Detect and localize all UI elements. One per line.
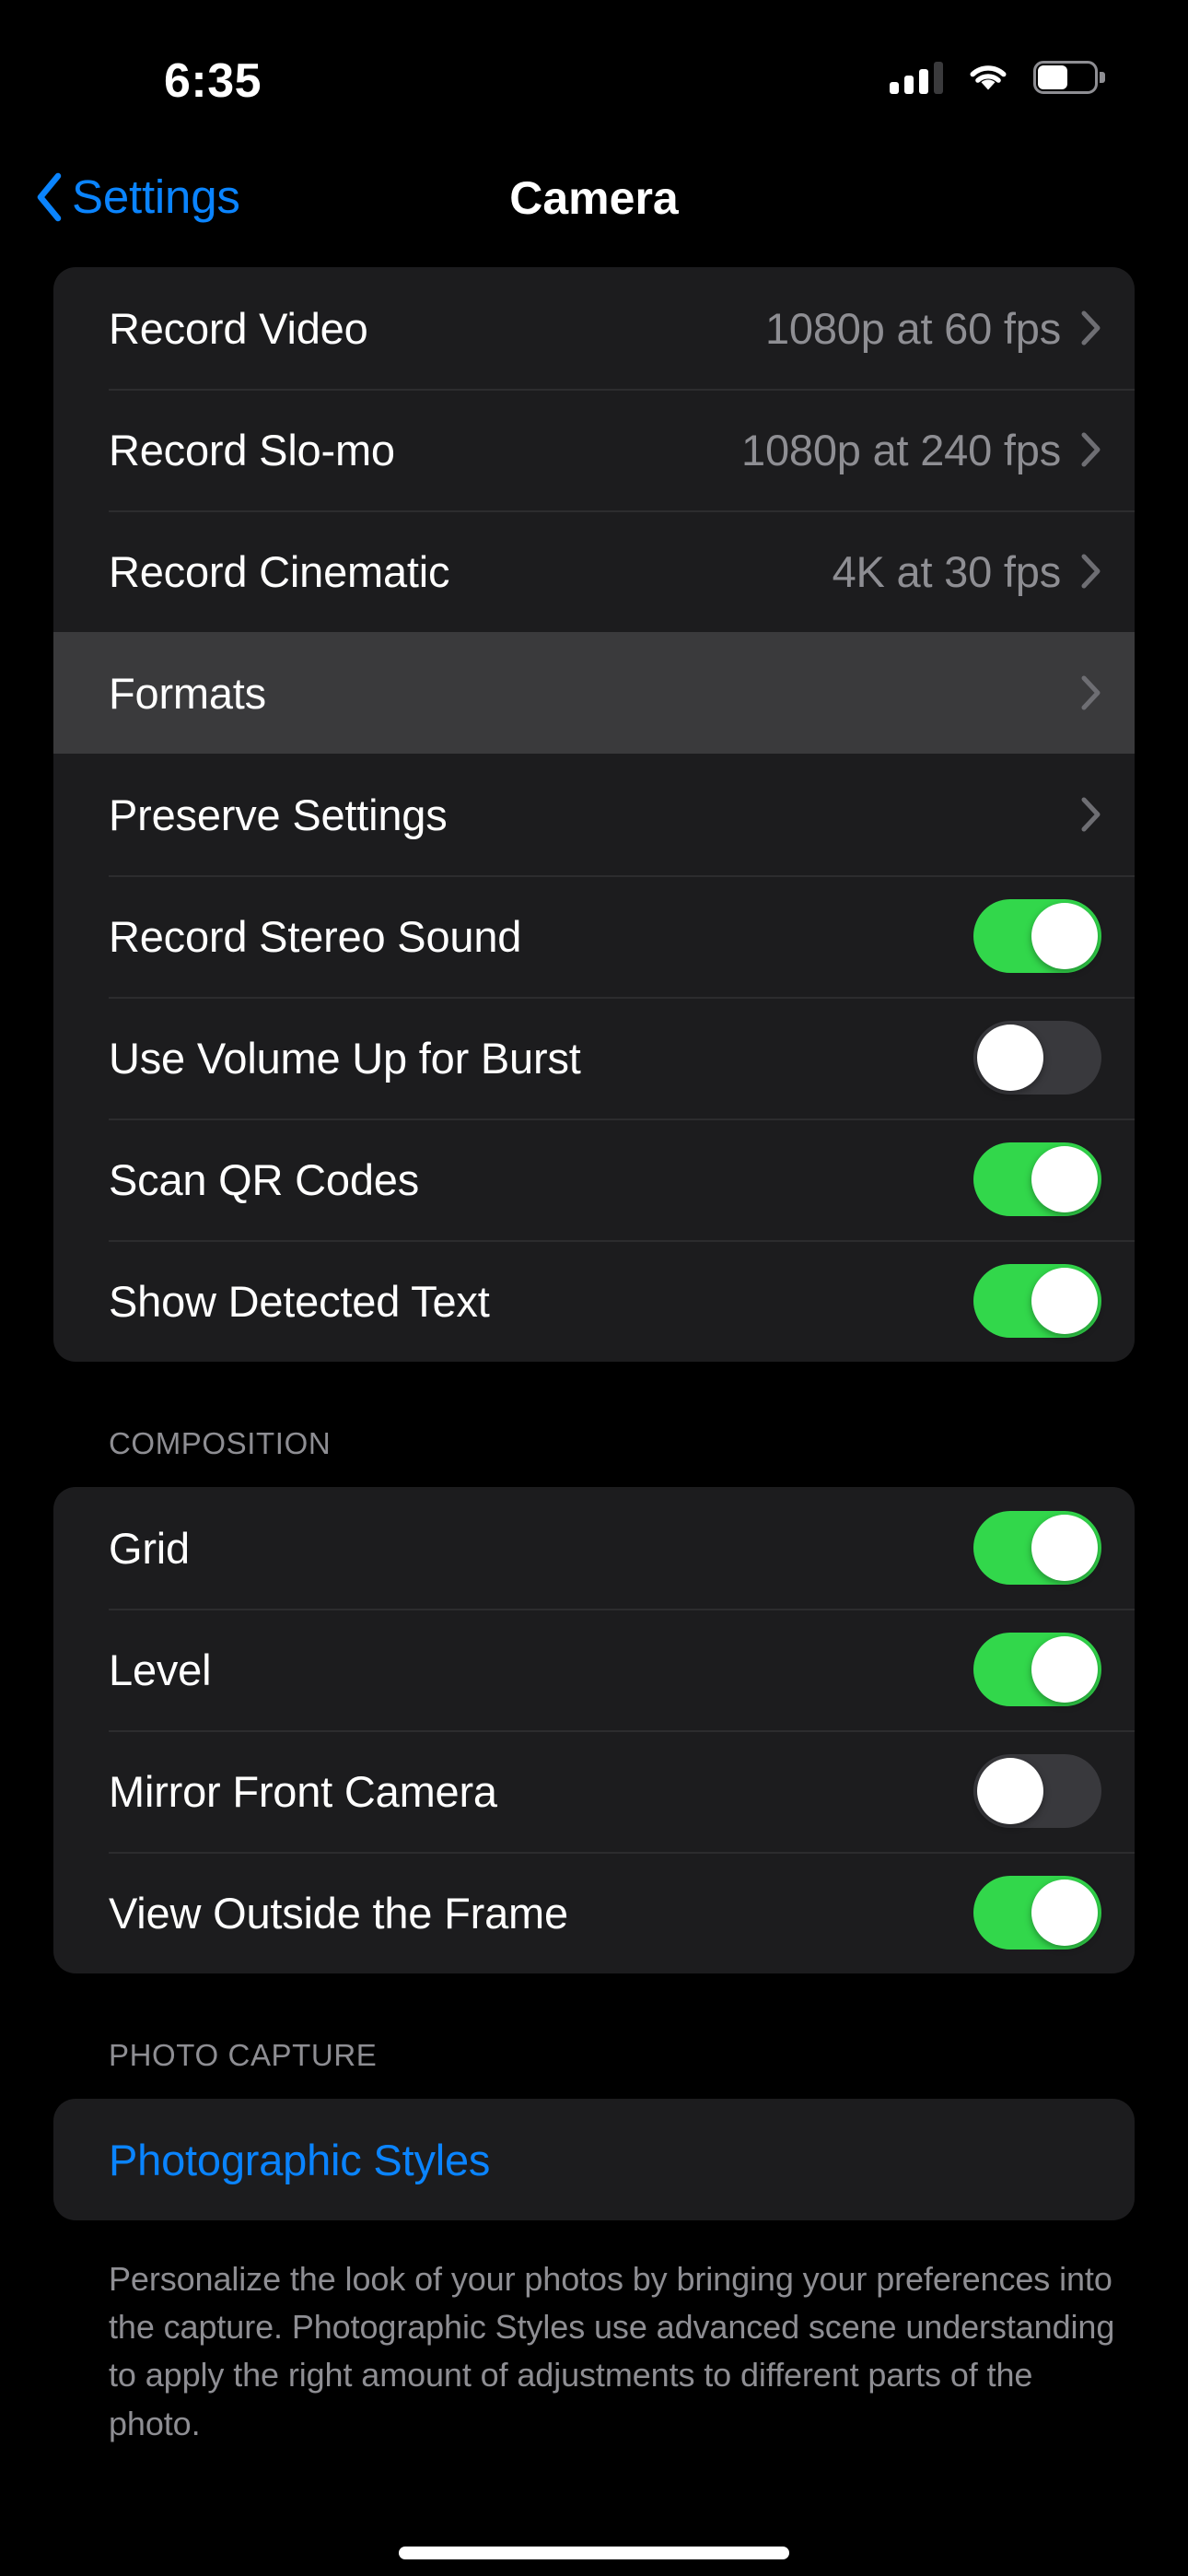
row-separator: [109, 754, 1135, 755]
photo-capture-group: Photographic Styles: [53, 2099, 1135, 2220]
home-indicator: [399, 2547, 789, 2559]
row-preserve-settings[interactable]: Preserve Settings: [53, 754, 1135, 875]
toggle-knob: [1031, 903, 1098, 969]
row-level-toggle[interactable]: [973, 1633, 1101, 1706]
row-record-cinematic-value: 4K at 30 fps: [832, 546, 1062, 596]
row-record-stereo-sound[interactable]: Record Stereo Sound: [53, 875, 1135, 997]
row-record-slo-mo-value: 1080p at 240 fps: [741, 425, 1061, 474]
row-separator: [109, 632, 1135, 634]
row-mirror-front-camera-label: Mirror Front Camera: [109, 1766, 497, 1816]
row-separator: [109, 510, 1135, 512]
row-photographic-styles-label: Photographic Styles: [109, 2135, 491, 2184]
row-show-detected-text-toggle[interactable]: [973, 1264, 1101, 1338]
row-separator: [109, 997, 1135, 999]
row-record-video[interactable]: Record Video 1080p at 60 fps: [53, 267, 1135, 389]
chevron-right-icon: [1081, 554, 1101, 589]
status-bar: 6:35: [0, 0, 1188, 157]
toggle-knob: [1031, 1879, 1098, 1946]
row-view-outside-the-frame-label: View Outside the Frame: [109, 1888, 568, 1938]
row-record-stereo-sound-toggle[interactable]: [973, 899, 1101, 973]
chevron-right-icon: [1081, 797, 1101, 832]
toggle-knob: [1031, 1636, 1098, 1703]
row-show-detected-text-label: Show Detected Text: [109, 1276, 490, 1326]
toggle-knob: [977, 1025, 1043, 1091]
toggle-knob: [977, 1758, 1043, 1824]
row-view-outside-the-frame[interactable]: View Outside the Frame: [53, 1852, 1135, 1973]
row-photographic-styles[interactable]: Photographic Styles: [53, 2099, 1135, 2220]
row-record-slo-mo[interactable]: Record Slo-mo 1080p at 240 fps: [53, 389, 1135, 510]
row-grid[interactable]: Grid: [53, 1487, 1135, 1609]
wifi-icon: [970, 65, 1007, 90]
chevron-right-icon: [1081, 432, 1101, 467]
row-record-stereo-sound-label: Record Stereo Sound: [109, 911, 522, 961]
row-use-volume-up-for-burst-toggle[interactable]: [973, 1021, 1101, 1095]
cellular-signal-icon: [890, 61, 943, 94]
row-show-detected-text[interactable]: Show Detected Text: [53, 1240, 1135, 1362]
row-scan-qr-codes-label: Scan QR Codes: [109, 1154, 420, 1204]
page-title: Camera: [509, 172, 679, 224]
header-spacer: [0, 2073, 1188, 2099]
row-record-video-label: Record Video: [109, 303, 368, 353]
composition-group: Grid Level Mirror Front Camera View Outside…: [53, 1487, 1135, 1973]
row-record-video-value: 1080p at 60 fps: [764, 303, 1061, 353]
status-bar-time: 6:35: [164, 54, 262, 108]
row-separator: [109, 875, 1135, 877]
row-record-slo-mo-label: Record Slo-mo: [109, 425, 395, 474]
row-use-volume-up-for-burst-label: Use Volume Up for Burst: [109, 1033, 581, 1083]
toggle-knob: [1031, 1146, 1098, 1212]
chevron-right-icon: [1081, 675, 1101, 710]
row-separator: [109, 1730, 1135, 1732]
row-use-volume-up-for-burst[interactable]: Use Volume Up for Burst: [53, 997, 1135, 1118]
settings-list: Record Video 1080p at 60 fps Record Slo-mo…: [0, 267, 1188, 2448]
toggle-knob: [1031, 1515, 1098, 1581]
row-preserve-settings-label: Preserve Settings: [109, 790, 448, 839]
row-separator: [109, 389, 1135, 391]
row-separator: [109, 1852, 1135, 1854]
header-spacer: [0, 1461, 1188, 1487]
row-scan-qr-codes[interactable]: Scan QR Codes: [53, 1118, 1135, 1240]
chevron-right-icon: [1081, 310, 1101, 345]
row-view-outside-the-frame-toggle[interactable]: [973, 1876, 1101, 1950]
row-grid-toggle[interactable]: [973, 1511, 1101, 1585]
row-separator: [109, 1609, 1135, 1610]
row-formats[interactable]: Formats: [53, 632, 1135, 754]
footer-spacer: [0, 2220, 1188, 2255]
row-level[interactable]: Level: [53, 1609, 1135, 1730]
row-mirror-front-camera[interactable]: Mirror Front Camera: [53, 1730, 1135, 1852]
battery-icon: [1033, 61, 1105, 94]
row-separator: [109, 1118, 1135, 1120]
iphone-screen: 6:35 Settings Camera Record Video 1080p …: [0, 0, 1188, 2576]
toggle-knob: [1031, 1268, 1098, 1334]
section-header-composition-group: COMPOSITION: [109, 1426, 332, 1460]
status-bar-indicators: [890, 61, 1105, 94]
video-settings-group: Record Video 1080p at 60 fps Record Slo-mo…: [53, 267, 1135, 1362]
row-level-label: Level: [109, 1645, 212, 1694]
row-mirror-front-camera-toggle[interactable]: [973, 1754, 1101, 1828]
row-record-cinematic-label: Record Cinematic: [109, 546, 450, 596]
section-header-photo-capture-group: PHOTO CAPTURE: [109, 2038, 378, 2072]
row-separator: [109, 1240, 1135, 1242]
navigation-bar: Settings Camera: [0, 157, 1188, 267]
row-grid-label: Grid: [109, 1523, 190, 1573]
row-scan-qr-codes-toggle[interactable]: [973, 1142, 1101, 1216]
row-record-cinematic[interactable]: Record Cinematic 4K at 30 fps: [53, 510, 1135, 632]
section-footer-photo-capture-group: Personalize the look of your photos by b…: [109, 2260, 1115, 2442]
row-formats-label: Formats: [109, 668, 266, 718]
